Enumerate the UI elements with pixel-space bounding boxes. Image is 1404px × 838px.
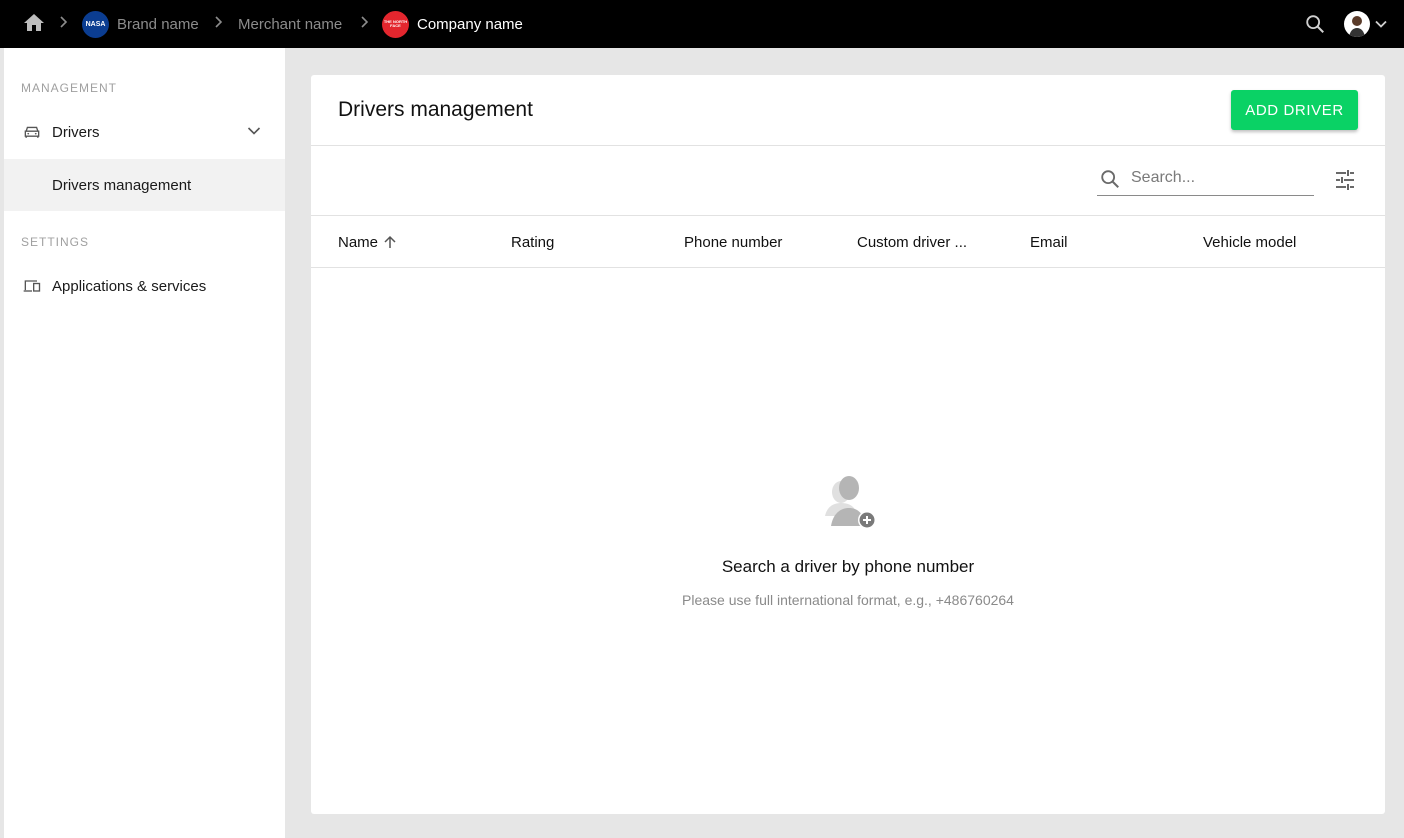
column-email-label: Email bbox=[1030, 233, 1068, 251]
breadcrumb-brand-label: Brand name bbox=[117, 15, 199, 33]
sidebar: MANAGEMENT Drivers Drivers management SE… bbox=[4, 48, 285, 838]
arrow-up-icon bbox=[384, 235, 396, 248]
search-field bbox=[1097, 163, 1314, 196]
devices-icon bbox=[23, 280, 41, 292]
search-input[interactable] bbox=[1131, 165, 1309, 191]
column-vehicle-model[interactable]: Vehicle model bbox=[1203, 216, 1296, 268]
brand-logo: NASA bbox=[82, 10, 109, 38]
column-name-label: Name bbox=[338, 233, 379, 251]
chevron-down-icon bbox=[1375, 20, 1387, 28]
column-custom-driver-label: Custom driver ... bbox=[857, 233, 968, 251]
table-header: Name Rating Phone number Custom driver .… bbox=[311, 216, 1385, 268]
sidebar-item-drivers[interactable]: Drivers bbox=[4, 108, 285, 156]
column-vehicle-model-label: Vehicle model bbox=[1203, 233, 1297, 251]
chevron-right-icon bbox=[60, 16, 68, 28]
user-menu[interactable] bbox=[1344, 11, 1388, 37]
avatar bbox=[1344, 11, 1370, 37]
top-bar: NASA Brand name Merchant name THE NORTH … bbox=[0, 0, 1404, 48]
add-driver-button[interactable]: ADD DRIVER bbox=[1231, 90, 1358, 130]
car-icon bbox=[24, 126, 40, 138]
column-phone[interactable]: Phone number bbox=[684, 216, 782, 268]
empty-state-subtitle: Please use full international format, e.… bbox=[682, 592, 1014, 608]
column-rating[interactable]: Rating bbox=[511, 216, 554, 268]
management-section-title: MANAGEMENT bbox=[21, 81, 118, 95]
home-icon[interactable] bbox=[22, 11, 46, 35]
sidebar-item-applications-label: Applications & services bbox=[52, 277, 207, 295]
sidebar-item-applications[interactable]: Applications & services bbox=[4, 262, 285, 310]
column-phone-label: Phone number bbox=[684, 233, 783, 251]
chevron-right-icon bbox=[361, 16, 369, 28]
column-custom-driver[interactable]: Custom driver ... bbox=[857, 216, 967, 268]
main-card: Drivers management ADD DRIVER Name Ratin… bbox=[311, 75, 1385, 814]
settings-section-title: SETTINGS bbox=[21, 235, 90, 249]
chevron-right-icon bbox=[215, 16, 223, 28]
empty-state-title: Search a driver by phone number bbox=[721, 557, 975, 576]
sidebar-item-drivers-management[interactable]: Drivers management bbox=[4, 159, 285, 211]
add-person-icon bbox=[825, 476, 876, 529]
search-icon bbox=[1101, 170, 1119, 188]
breadcrumb-merchant[interactable]: Merchant name bbox=[238, 0, 342, 48]
sidebar-item-drivers-label: Drivers bbox=[52, 123, 100, 141]
breadcrumb-company-label: Company name bbox=[417, 15, 523, 33]
card-header: Drivers management ADD DRIVER bbox=[311, 75, 1385, 146]
search-icon[interactable] bbox=[1304, 13, 1326, 35]
column-email[interactable]: Email bbox=[1030, 216, 1068, 268]
breadcrumb-merchant-label: Merchant name bbox=[238, 15, 343, 33]
sidebar-item-drivers-management-label: Drivers management bbox=[52, 176, 192, 194]
breadcrumb-brand[interactable]: NASA Brand name bbox=[82, 0, 199, 48]
company-logo: THE NORTH FACE bbox=[382, 10, 409, 38]
breadcrumb-company[interactable]: THE NORTH FACE Company name bbox=[382, 0, 523, 48]
page-title: Drivers management bbox=[338, 98, 533, 121]
filter-settings-icon[interactable] bbox=[1333, 168, 1357, 192]
table-toolbar bbox=[311, 146, 1385, 216]
column-name[interactable]: Name bbox=[338, 216, 397, 268]
chevron-down-icon[interactable] bbox=[247, 124, 261, 138]
column-rating-label: Rating bbox=[511, 233, 555, 251]
